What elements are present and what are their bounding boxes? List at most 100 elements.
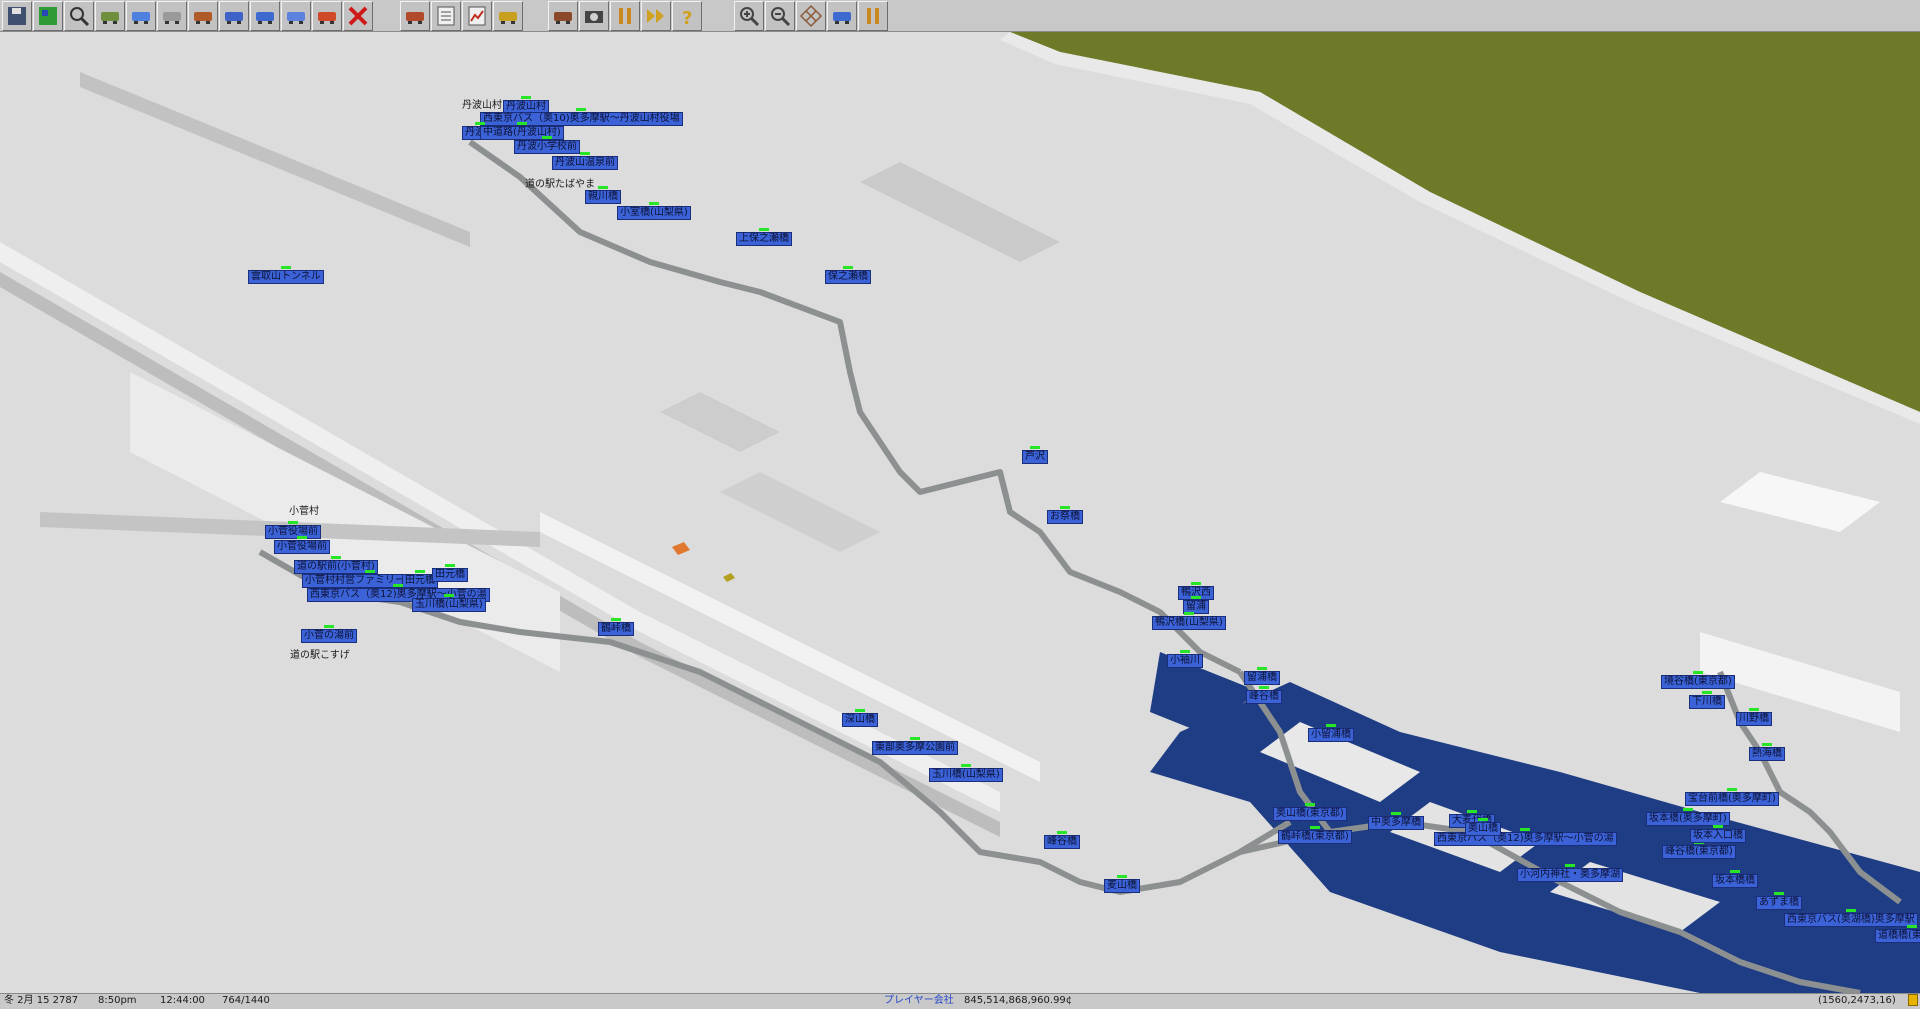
bus-stop-label[interactable]: 深山橋 xyxy=(842,709,878,727)
bus-stop-label[interactable]: 小袖川 xyxy=(1167,650,1203,668)
special-buildings-button[interactable] xyxy=(312,1,342,31)
bus-stop-label[interactable]: 小室橋(山梨県) xyxy=(617,202,691,220)
players-button[interactable] xyxy=(493,1,523,31)
road-vehicle-button[interactable] xyxy=(188,1,218,31)
station-flag-icon xyxy=(1774,892,1784,895)
fast-forward-button[interactable] xyxy=(641,1,671,31)
bus-stop-label[interactable]: 留浦橋 xyxy=(1244,667,1280,685)
bus-stop-label[interactable]: 玉川橋(山梨県) xyxy=(929,764,1003,782)
bus-stop-label[interactable]: 芦沢 xyxy=(1022,446,1048,464)
station-flag-icon xyxy=(443,594,454,597)
remove-icon xyxy=(348,6,368,26)
game-map-viewport[interactable]: 丹波山村丹波山村西東京バス（奥10)奥多摩駅～丹波山村役場丹波山中道路(丹波山村… xyxy=(0,32,1920,993)
station-flag-icon xyxy=(1326,724,1336,727)
town-name-label[interactable]: 道の駅こすげ xyxy=(288,650,352,662)
bus-stop-label[interactable]: 峰谷橋 xyxy=(1246,686,1282,704)
monorail-button[interactable] xyxy=(157,1,187,31)
magnifier-icon xyxy=(70,7,90,27)
ticks-text: 12:44:00 xyxy=(160,995,205,1006)
bus-stop-label[interactable]: 熱海橋 xyxy=(1749,743,1785,761)
players-icon xyxy=(499,12,517,24)
bus-stop-label[interactable]: 境谷橋(東京都) xyxy=(1661,671,1735,689)
bus-stop-label[interactable]: 雲取山トンネル xyxy=(248,266,324,284)
remove-button[interactable] xyxy=(343,1,373,31)
magnifier-button[interactable] xyxy=(64,1,94,31)
bus-stop-label[interactable]: 下川橋 xyxy=(1689,691,1725,709)
station-flag-icon xyxy=(1259,686,1269,689)
list-button[interactable] xyxy=(431,1,461,31)
bus-stop-label[interactable]: 小菅役場前 xyxy=(265,521,321,539)
company-name[interactable]: プレイヤー会社 xyxy=(884,994,954,1008)
airplane-icon xyxy=(287,12,305,24)
airplane-button[interactable] xyxy=(281,1,311,31)
bus-stop-label[interactable]: 保之瀬橋 xyxy=(825,266,871,284)
bus-stop-label[interactable]: 西東京バス（奥10)奥多摩駅～丹波山村役場 xyxy=(480,108,683,126)
help-button[interactable]: ? xyxy=(672,1,702,31)
bus-stop-label[interactable]: 麦山橋 xyxy=(1104,875,1140,893)
pause-display-button[interactable] xyxy=(858,1,888,31)
station-flag-icon xyxy=(648,202,659,205)
station-flag-icon xyxy=(1762,743,1772,746)
bus-stop-label[interactable]: 鶴峠橋 xyxy=(598,618,634,636)
station-flag-icon xyxy=(611,618,621,621)
bus-stop-label[interactable]: 峰谷橋 xyxy=(1044,831,1080,849)
bus-stop-label[interactable]: 奥山橋 xyxy=(1465,818,1501,836)
bus-stop-label[interactable]: 鴨沢橋(山梨県) xyxy=(1152,612,1226,630)
station-flag-icon xyxy=(542,136,552,139)
road-vehicle-icon xyxy=(194,12,212,24)
bus-stop-label[interactable]: 上保之瀬橋 xyxy=(736,228,792,246)
zoom-in-button[interactable] xyxy=(734,1,764,31)
minimap-icon xyxy=(39,7,57,25)
bus-stop-label[interactable]: 玉川橋(山梨県) xyxy=(412,594,486,612)
bus-stop-label[interactable]: 東部奥多摩公園前 xyxy=(872,737,958,755)
ship-button[interactable] xyxy=(250,1,280,31)
map-button[interactable] xyxy=(548,1,578,31)
pause-button[interactable] xyxy=(610,1,640,31)
svg-text:?: ? xyxy=(682,8,692,28)
station-flag-icon xyxy=(1391,812,1401,815)
screenshot-camera-button[interactable] xyxy=(579,1,609,31)
tram-button[interactable] xyxy=(219,1,249,31)
bus-stop-label[interactable]: 道橋橋(東京都) xyxy=(1875,925,1920,943)
town-name-label[interactable]: 小菅村 xyxy=(287,506,321,518)
station-flag-icon xyxy=(330,556,341,559)
bus-stop-label[interactable]: 川野橋 xyxy=(1736,708,1772,726)
save-disk-button[interactable] xyxy=(2,1,32,31)
station-flag-icon xyxy=(1845,909,1856,912)
rotate-button[interactable] xyxy=(827,1,857,31)
station-flag-icon xyxy=(1191,596,1201,599)
station-flag-icon xyxy=(580,152,590,155)
bus-stop-label[interactable]: 坂本橋橋 xyxy=(1712,870,1758,888)
bus-stop-label[interactable]: 中奥多摩橋 xyxy=(1368,812,1424,830)
bus-stop-label[interactable]: 奥山橋(東京都) xyxy=(1273,803,1347,821)
bus-stop-label[interactable]: 田元橋 xyxy=(432,564,468,582)
rail-train-button[interactable] xyxy=(126,1,156,31)
bus-stop-label[interactable]: 小河内神社・奥多摩湖 xyxy=(1517,864,1623,882)
warning-icon[interactable] xyxy=(1908,994,1918,1006)
minimap-button[interactable] xyxy=(33,1,63,31)
map-icon xyxy=(554,12,572,24)
bus-stop-label[interactable]: 西東京バス（奥12)奥多摩駅～小菅の湯 xyxy=(1434,828,1617,846)
bus-stop-label[interactable]: 峰谷橋(東京都) xyxy=(1662,841,1736,859)
terrain-slope-button[interactable] xyxy=(95,1,125,31)
bus-stop-label[interactable]: 坂本橋(奥多摩町) xyxy=(1646,808,1730,826)
bus-stop-label[interactable]: 小菅役場前 xyxy=(274,536,330,554)
town-name-label[interactable]: 丹波山村 xyxy=(460,100,504,112)
finance-button[interactable] xyxy=(462,1,492,31)
bus-stop-label[interactable]: あずま橋 xyxy=(1756,892,1802,910)
line-management-button[interactable] xyxy=(400,1,430,31)
bus-stop-label[interactable]: 小留浦橋 xyxy=(1308,724,1354,742)
bus-stop-label[interactable]: 丹波山温泉前 xyxy=(552,152,618,170)
bus-stop-label[interactable]: お祭橋 xyxy=(1047,506,1083,524)
station-flag-icon xyxy=(1191,582,1201,585)
bus-stop-label[interactable]: 西東京バス(奥湖橋)奥多摩駅 xyxy=(1784,909,1918,927)
zoom-out-button[interactable] xyxy=(765,1,795,31)
bus-stop-label[interactable]: 丹波小学校前 xyxy=(514,136,580,154)
grid-button[interactable] xyxy=(796,1,826,31)
bus-stop-label[interactable]: 鶴峠橋(東京都) xyxy=(1278,826,1352,844)
bus-stop-label[interactable]: 小菅の湯前 xyxy=(301,625,357,643)
bus-stop-label[interactable]: 親川橋 xyxy=(585,186,621,204)
station-flag-icon xyxy=(1682,808,1693,811)
bus-stop-label[interactable]: 宝台前橋(奥多摩町) xyxy=(1685,788,1779,806)
bus-stop-label[interactable]: 坂本入口橋 xyxy=(1690,825,1746,843)
